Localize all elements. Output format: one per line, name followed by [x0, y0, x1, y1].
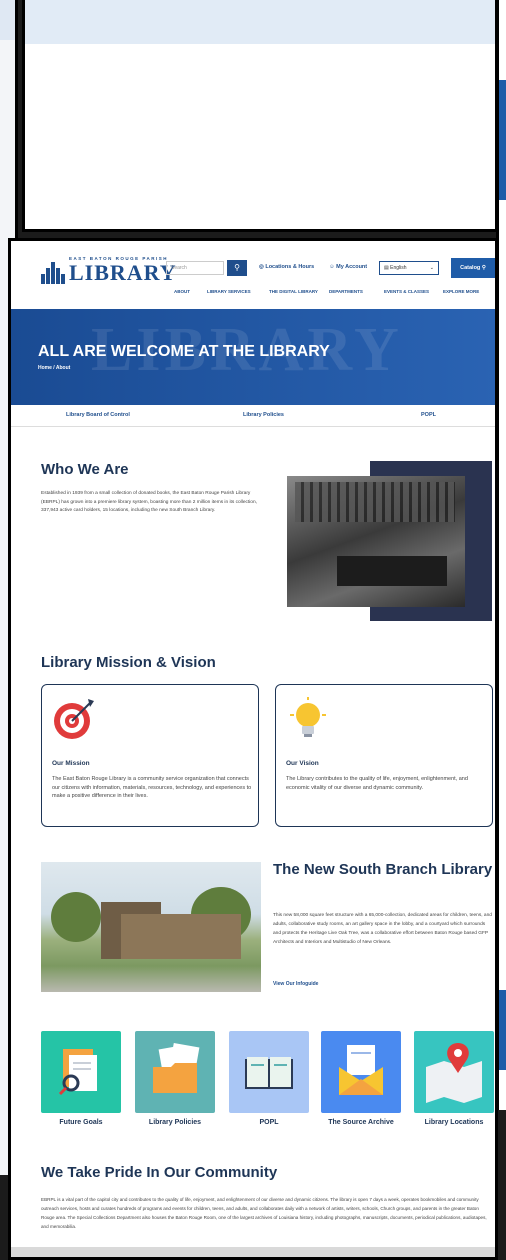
mission-text: The East Baton Rouge Library is a commun…	[52, 776, 252, 799]
page-title: ALL ARE WELCOME AT THE LIBRARY	[38, 343, 330, 360]
book-icon	[245, 1057, 293, 1089]
horizontal-scrollbar[interactable]	[11, 1247, 495, 1257]
locations-hours-link[interactable]: ◎ Locations & Hours	[259, 264, 314, 270]
vision-text: The Library contributes to the quality o…	[286, 776, 468, 791]
logo-title: LIBRARY	[69, 259, 177, 285]
subnav-board-of-control[interactable]: Library Board of Control	[66, 412, 130, 418]
tile-label: Library Locations	[424, 1119, 484, 1126]
vision-title: Our Vision	[286, 760, 319, 767]
document-magnifier-icon	[58, 1049, 97, 1096]
folder-icon	[153, 1042, 200, 1093]
south-branch-text: This new 58,000 square feet structure wi…	[273, 913, 492, 945]
tile-label: Library Policies	[148, 1119, 202, 1126]
subnav-popl[interactable]: POPL	[421, 412, 436, 418]
who-we-are-heading: Who We Are	[41, 461, 129, 478]
language-select[interactable]: ▤ English ⌄	[379, 261, 439, 275]
mission-card: Our Mission The East Baton Rouge Library…	[41, 684, 259, 827]
breadcrumb[interactable]: Home / About	[38, 365, 70, 371]
nav-departments[interactable]: DEPARTMENTS	[329, 289, 363, 294]
tile-popl[interactable]: POPL	[229, 1031, 309, 1126]
historic-library-photo	[287, 476, 465, 607]
logo-mark-icon	[41, 261, 65, 284]
tile-future-goals[interactable]: Future Goals	[41, 1031, 121, 1126]
search-button[interactable]: ⚲	[227, 260, 247, 276]
south-branch-heading: The New South Branch Library	[273, 861, 493, 878]
tile-source-archive[interactable]: The Source Archive	[321, 1031, 401, 1126]
envelope-icon	[339, 1045, 383, 1095]
nav-about[interactable]: ABOUT	[174, 289, 190, 294]
vision-card: Our Vision The Library contributes to th…	[275, 684, 493, 827]
lightbulb-icon	[290, 697, 326, 737]
tile-library-locations[interactable]: Library Locations	[414, 1031, 494, 1126]
infoguide-link[interactable]: View Our Infoguide	[273, 981, 318, 987]
library-logo[interactable]: EAST BATON ROUGE PARISH LIBRARY	[41, 256, 177, 285]
sub-navigation: Library Board of Control Library Policie…	[11, 405, 495, 427]
catalog-button[interactable]: Catalog ⚲	[451, 258, 495, 278]
tile-library-policies[interactable]: Library Policies	[135, 1031, 215, 1126]
nav-explore-more[interactable]: EXPLORE MORE	[443, 289, 479, 294]
hero-banner: LIBRARY ALL ARE WELCOME AT THE LIBRARY H…	[11, 309, 495, 405]
community-heading: We Take Pride In Our Community	[41, 1164, 278, 1181]
nav-library-services[interactable]: LIBRARY SERVICES	[207, 289, 251, 294]
desktop: EAST BATON ROUGE PARISH LIBRARY Search ⚲…	[0, 0, 506, 1260]
south-branch-rendering	[41, 862, 261, 992]
community-text: EBRPL is a vital part of the capitol cit…	[41, 1197, 487, 1229]
target-icon	[54, 699, 94, 739]
nav-events-classes[interactable]: EVENTS & CLASSES	[384, 289, 429, 294]
background-window-top	[22, 0, 498, 232]
tile-label: The Source Archive	[328, 1119, 394, 1126]
nav-digital-library[interactable]: THE DIGITAL LIBRARY	[269, 289, 318, 294]
browser-window: EAST BATON ROUGE PARISH LIBRARY Search ⚲…	[8, 238, 498, 1260]
mission-vision-heading: Library Mission & Vision	[41, 654, 216, 671]
subnav-library-policies[interactable]: Library Policies	[243, 412, 284, 418]
who-we-are-text: Established in 1939 from a small collect…	[41, 491, 257, 513]
my-account-link[interactable]: ☺ My Account	[329, 264, 367, 270]
site-header: EAST BATON ROUGE PARISH LIBRARY Search ⚲…	[11, 241, 495, 309]
tile-label: Future Goals	[59, 1119, 103, 1126]
chevron-down-icon: ⌄	[429, 265, 434, 271]
search-icon: ⚲	[234, 263, 240, 272]
tile-label: POPL	[259, 1119, 279, 1126]
search-icon: ⚲	[481, 265, 486, 271]
search-input[interactable]: Search	[166, 261, 224, 275]
map-pin-icon	[426, 1043, 482, 1103]
mission-title: Our Mission	[52, 760, 90, 767]
